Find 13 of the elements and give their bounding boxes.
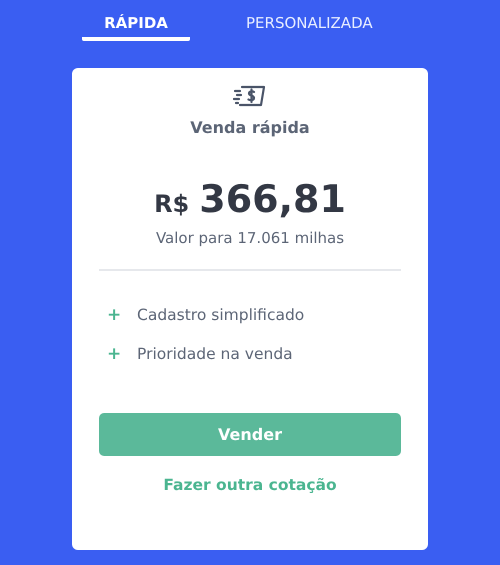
plus-icon: +: [99, 344, 137, 364]
plus-icon: +: [99, 304, 137, 324]
currency-label: R$: [154, 190, 190, 218]
price-amount: 366,81: [199, 177, 346, 221]
tab[interactable]: RÁPIDA: [82, 0, 190, 41]
benefit-text: Prioridade na venda: [137, 344, 293, 362]
money-icon: [233, 84, 267, 108]
tab[interactable]: PERSONALIZADA: [246, 0, 373, 41]
sell-button[interactable]: Vender: [99, 413, 401, 456]
another-quote-link[interactable]: Fazer outra cotação: [163, 476, 337, 494]
miles-value-text: Valor para 17.061 milhas: [156, 229, 344, 247]
benefit-text: Cadastro simplificado: [137, 306, 304, 324]
card-title: Venda rápida: [190, 118, 310, 137]
